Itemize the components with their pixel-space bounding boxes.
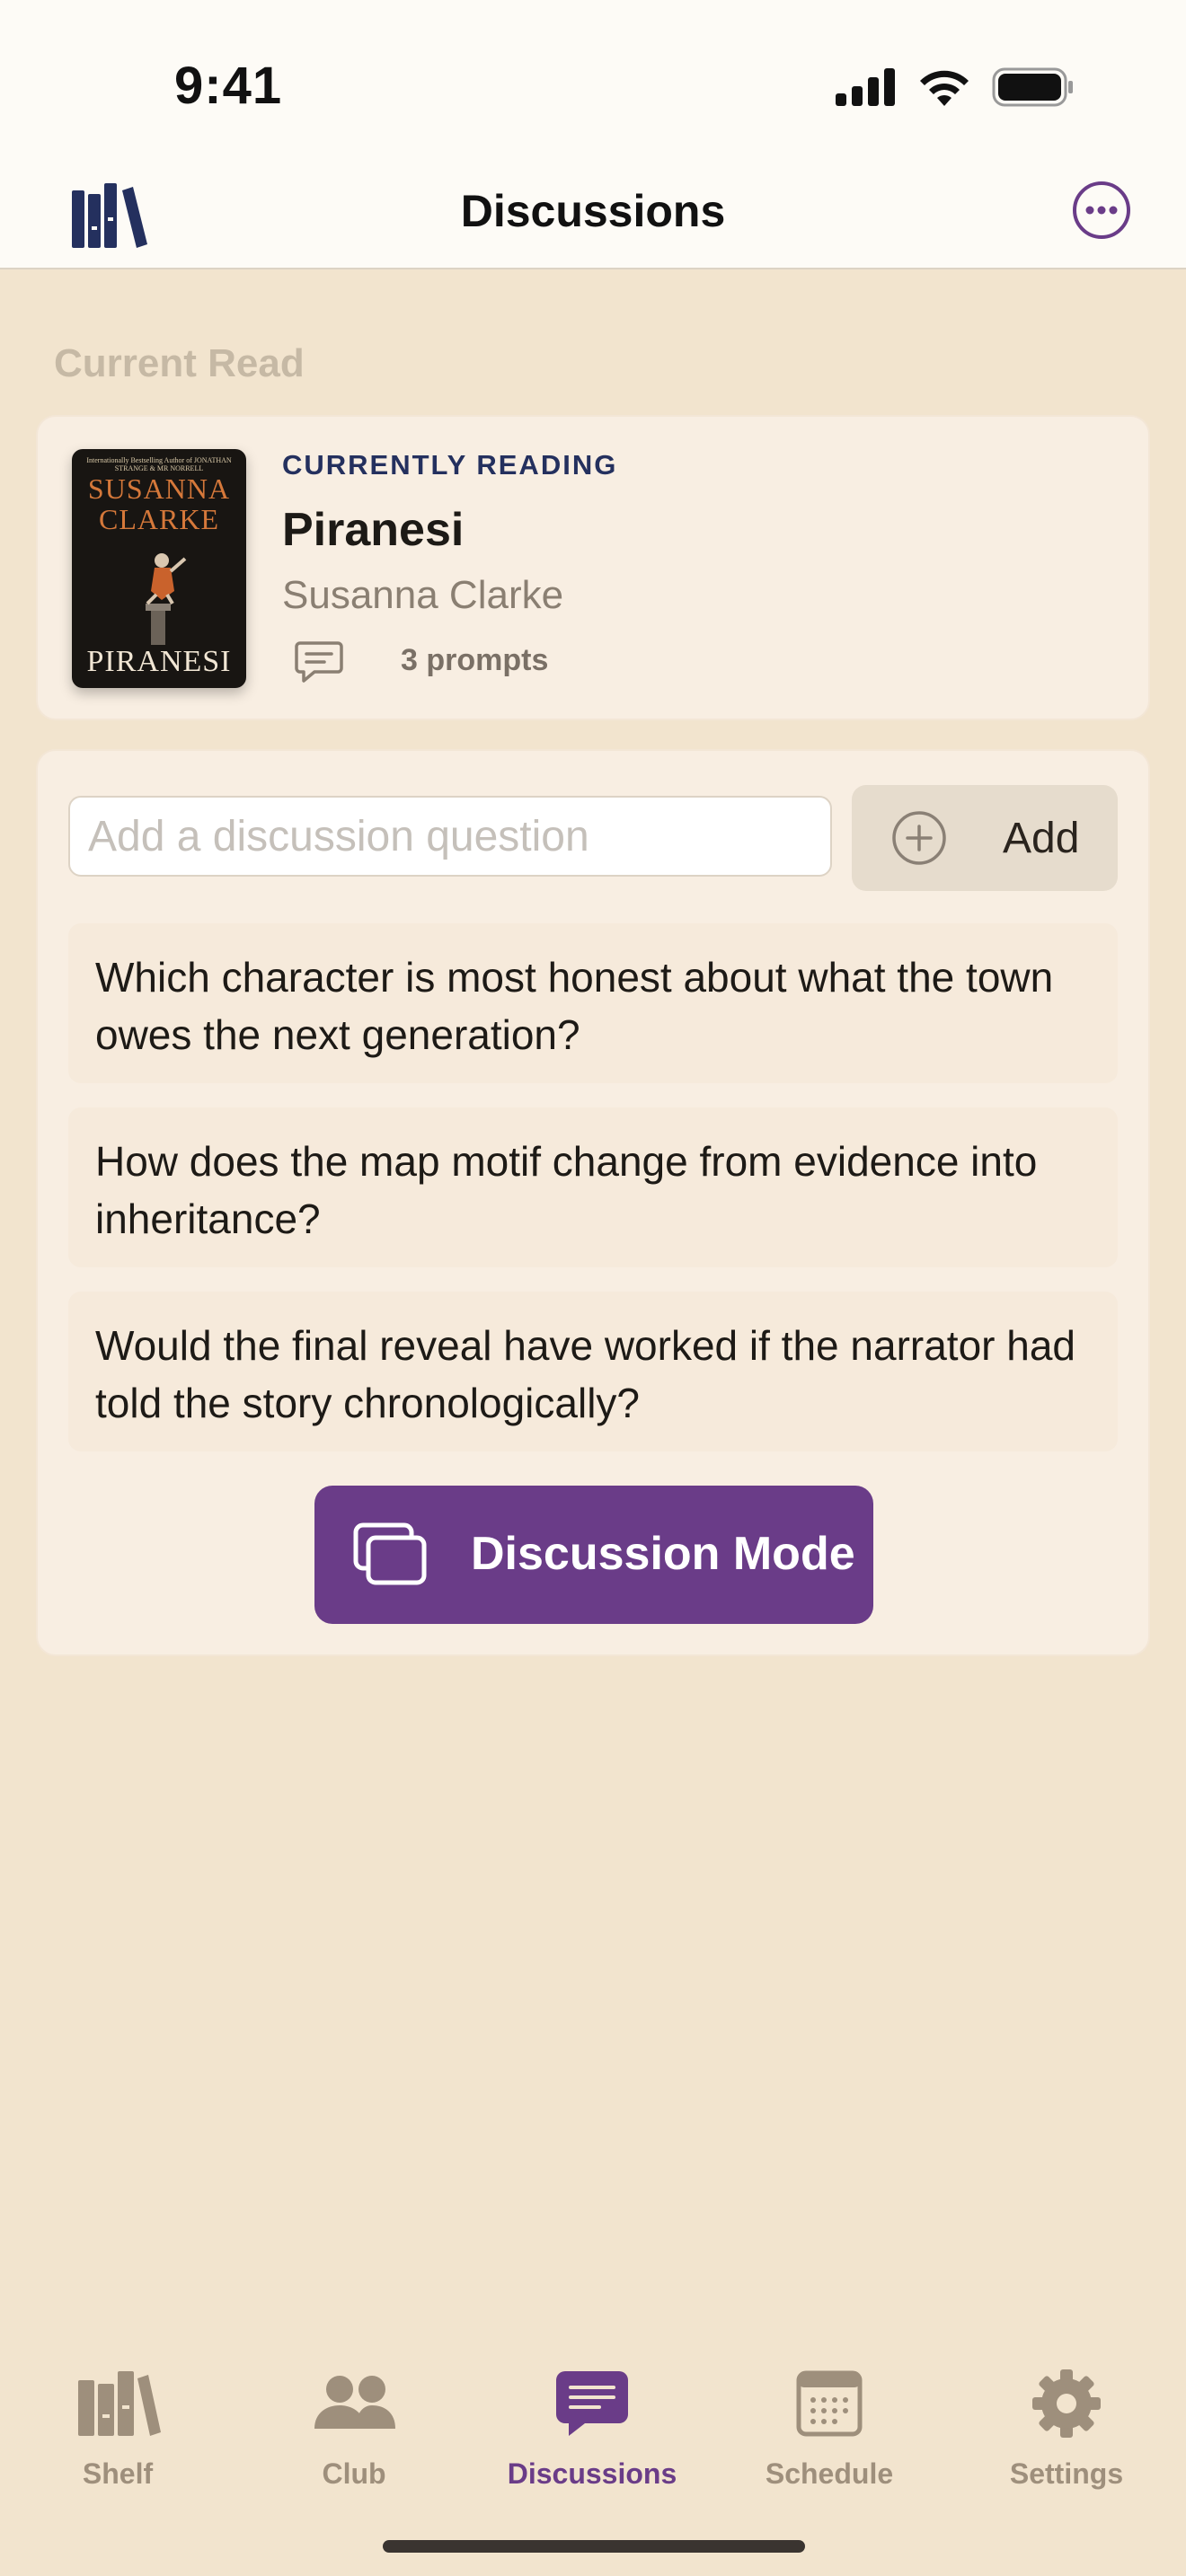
bookshelf-icon: [78, 2371, 161, 2436]
discussion-question-input[interactable]: [68, 796, 832, 877]
book-cover: Internationally Bestselling Author of JO…: [72, 449, 246, 688]
discussion-question-item[interactable]: How does the map motif change from evide…: [68, 1107, 1118, 1267]
discussion-mode-label: Discussion Mode: [471, 1528, 855, 1580]
discussion-question-item[interactable]: Would the final reveal have worked if th…: [68, 1292, 1118, 1451]
gear-icon: [1032, 2369, 1101, 2438]
tab-club[interactable]: Club: [255, 2368, 453, 2502]
add-button-label: Add: [1003, 815, 1080, 862]
tab-label: Shelf: [82, 2457, 154, 2490]
book-author: Susanna Clarke: [282, 573, 564, 617]
calendar-icon: [796, 2370, 863, 2437]
tab-label: Schedule: [765, 2457, 894, 2490]
people-icon: [314, 2376, 395, 2429]
cover-title: PIRANESI: [86, 645, 232, 678]
plus-circle-icon: [892, 811, 946, 865]
chat-bubble-icon: [556, 2371, 628, 2436]
chat-bubble-icon: [295, 641, 343, 683]
battery-icon: [992, 67, 1073, 107]
wifi-icon: [920, 70, 969, 106]
cover-tagline: Internationally Bestselling Author of JO…: [86, 456, 232, 472]
tab-schedule[interactable]: Schedule: [730, 2368, 928, 2502]
more-options-icon[interactable]: [1071, 180, 1132, 241]
tab-label: Club: [322, 2457, 386, 2490]
home-indicator[interactable]: [383, 2540, 805, 2553]
page-title: Discussions: [460, 186, 726, 236]
discussion-card: Add Which character is most honest about…: [36, 749, 1150, 1656]
signal-icon: [836, 68, 895, 106]
discussion-question-item[interactable]: Which character is most honest about wha…: [68, 923, 1118, 1083]
tab-discussions[interactable]: Discussions: [493, 2368, 691, 2502]
current-book-card[interactable]: Internationally Bestselling Author of JO…: [36, 415, 1150, 720]
book-title: Piranesi: [282, 504, 465, 556]
tab-settings[interactable]: Settings: [968, 2368, 1165, 2502]
navigation-bar: Discussions: [0, 171, 1186, 269]
status-icons: [836, 65, 1075, 110]
book-status-label: CURRENTLY READING: [282, 449, 618, 481]
tab-label: Settings: [1009, 2457, 1124, 2490]
discussion-mode-button[interactable]: Discussion Mode: [314, 1486, 873, 1624]
cover-author-last: CLARKE: [99, 503, 219, 535]
cover-author-first: SUSANNA: [87, 472, 231, 505]
prompt-count: 3 prompts: [401, 643, 549, 677]
cover-illustration: [146, 553, 187, 645]
section-heading: Current Read: [54, 341, 305, 385]
status-bar: 9:41: [0, 0, 1186, 171]
tab-label: Discussions: [507, 2457, 677, 2490]
cards-icon: [353, 1522, 427, 1585]
tab-shelf[interactable]: Shelf: [19, 2368, 217, 2502]
status-time: 9:41: [174, 57, 283, 115]
add-question-button[interactable]: Add: [852, 785, 1118, 891]
